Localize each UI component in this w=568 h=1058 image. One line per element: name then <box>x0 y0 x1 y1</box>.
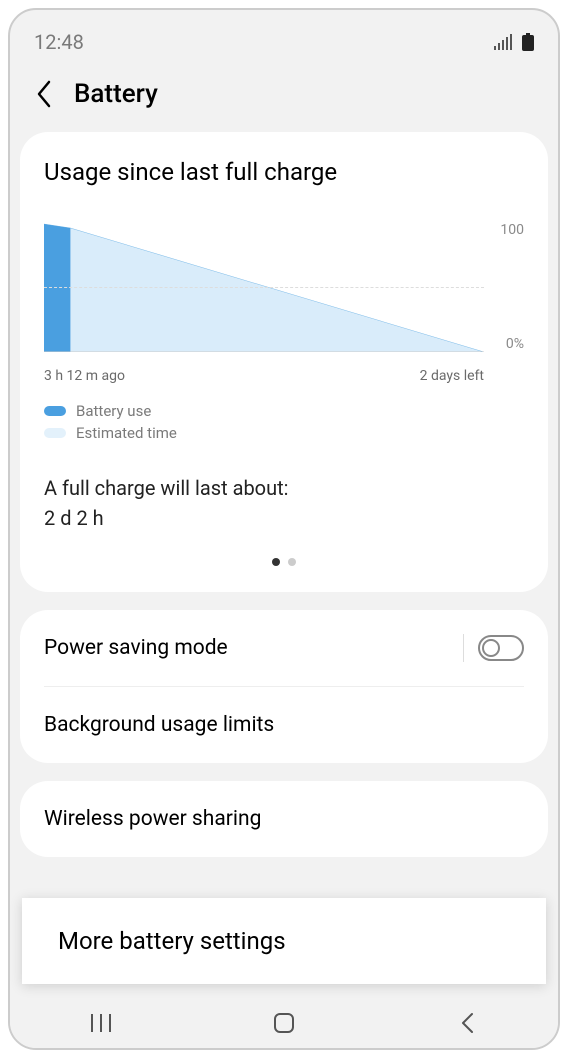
legend-pill-est <box>44 428 66 438</box>
toggle-divider <box>463 634 464 662</box>
status-icons <box>494 33 534 51</box>
more-battery-settings-button[interactable]: More battery settings <box>22 898 546 984</box>
bg-limits-label: Background usage limits <box>44 713 274 737</box>
nav-home-button[interactable] <box>268 1007 300 1039</box>
app-bar: Battery <box>10 66 558 132</box>
signal-icon <box>494 34 514 50</box>
usage-card-title: Usage since last full charge <box>44 158 524 186</box>
more-battery-settings-label: More battery settings <box>58 927 286 955</box>
navigation-bar <box>10 998 558 1048</box>
full-charge-value: 2 d 2 h <box>44 506 524 530</box>
back-icon <box>35 80 53 108</box>
home-icon <box>273 1012 295 1034</box>
chart-x-end: 2 days left <box>420 368 484 384</box>
power-saving-toggle[interactable] <box>478 635 524 661</box>
full-charge-label: A full charge will last about: <box>44 476 524 500</box>
legend-battery-use: Battery use <box>44 402 524 420</box>
recents-icon <box>90 1014 112 1032</box>
wireless-power-sharing-item[interactable]: Wireless power sharing <box>44 781 524 857</box>
chart-legend: Battery use Estimated time <box>44 402 524 442</box>
pager[interactable] <box>44 558 524 566</box>
power-saving-mode-item[interactable]: Power saving mode <box>44 610 524 686</box>
pager-dot-1 <box>272 558 280 566</box>
chart-gridline <box>44 287 484 288</box>
nav-back-icon <box>460 1012 474 1034</box>
legend-label-est: Estimated time <box>76 424 177 442</box>
usage-card: Usage since last full charge 100 0% 3 h … <box>20 132 548 592</box>
wireless-share-label: Wireless power sharing <box>44 807 261 831</box>
chart-y-min: 0% <box>486 336 524 352</box>
settings-card-1: Power saving mode Background usage limit… <box>20 610 548 763</box>
back-button[interactable] <box>28 78 60 110</box>
status-time: 12:48 <box>34 30 84 54</box>
pager-dot-2 <box>288 558 296 566</box>
status-bar: 12:48 <box>10 10 558 66</box>
battery-icon <box>522 33 534 51</box>
legend-estimated: Estimated time <box>44 424 524 442</box>
chart-y-max: 100 <box>486 222 524 238</box>
nav-recents-button[interactable] <box>85 1007 117 1039</box>
page-title: Battery <box>74 79 158 109</box>
legend-pill-use <box>44 406 66 416</box>
chart-x-start: 3 h 12 m ago <box>44 368 125 384</box>
legend-label-use: Battery use <box>76 402 151 420</box>
power-saving-label: Power saving mode <box>44 636 228 660</box>
settings-card-2: Wireless power sharing <box>20 781 548 857</box>
background-usage-limits-item[interactable]: Background usage limits <box>44 687 524 763</box>
battery-chart[interactable]: 100 0% <box>44 222 524 362</box>
nav-back-button[interactable] <box>451 1007 483 1039</box>
